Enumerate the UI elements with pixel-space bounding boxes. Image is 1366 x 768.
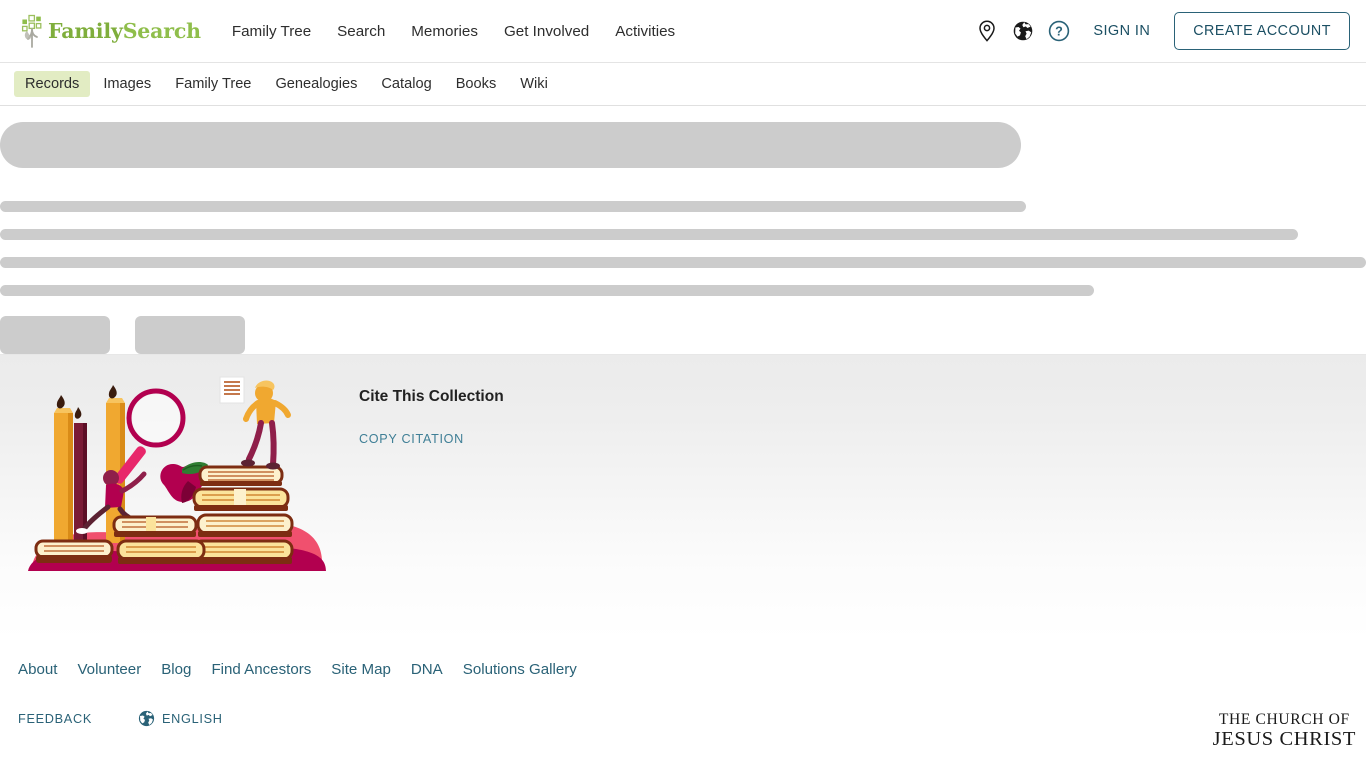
- church-logo: THE CHURCH OF JESUS CHRIST: [1213, 711, 1356, 751]
- tab-family-tree[interactable]: Family Tree: [164, 71, 262, 97]
- globe-icon: [138, 710, 155, 727]
- skeleton-title-placeholder: [0, 122, 1021, 168]
- footer-link-site-map[interactable]: Site Map: [321, 655, 401, 684]
- footer-link-solutions-gallery[interactable]: Solutions Gallery: [453, 655, 587, 684]
- site-footer: About Volunteer Blog Find Ancestors Site…: [0, 639, 1366, 750]
- footer-link-find-ancestors[interactable]: Find Ancestors: [201, 655, 321, 684]
- footer-link-blog[interactable]: Blog: [151, 655, 201, 684]
- nav-item-family-tree[interactable]: Family Tree: [223, 15, 324, 48]
- footer-links: About Volunteer Blog Find Ancestors Site…: [0, 639, 1366, 684]
- footer-link-about[interactable]: About: [8, 655, 67, 684]
- cite-collection-section: Cite This Collection COPY CITATION: [0, 354, 1366, 639]
- nav-item-search[interactable]: Search: [324, 15, 398, 48]
- tab-books[interactable]: Books: [445, 71, 508, 97]
- footer-link-volunteer[interactable]: Volunteer: [67, 655, 151, 684]
- brand-name: FamilySearch: [48, 21, 201, 42]
- primary-nav: Family Tree Search Memories Get Involved…: [223, 15, 688, 48]
- footer-utility-row: FEEDBACK ENGLISH: [0, 684, 1366, 733]
- tab-wiki[interactable]: Wiki: [509, 71, 559, 97]
- create-account-button[interactable]: CREATE ACCOUNT: [1174, 12, 1350, 50]
- skeleton-button-placeholder: [0, 316, 110, 354]
- secondary-nav: Records Images Family Tree Genealogies C…: [0, 63, 1366, 106]
- feedback-link[interactable]: FEEDBACK: [8, 706, 102, 732]
- help-question-icon[interactable]: ?: [1041, 13, 1077, 49]
- collection-loading-skeleton: [0, 106, 1366, 354]
- church-logo-line1: THE CHURCH OF: [1218, 710, 1350, 728]
- footer-link-dna[interactable]: DNA: [401, 655, 453, 684]
- tab-catalog[interactable]: Catalog: [370, 71, 442, 97]
- nav-item-activities[interactable]: Activities: [602, 15, 688, 48]
- skeleton-text-line: [0, 285, 1094, 296]
- header-actions: ? SIGN IN CREATE ACCOUNT: [969, 12, 1350, 50]
- cite-collection-body: Cite This Collection COPY CITATION: [359, 388, 504, 448]
- nav-item-get-involved[interactable]: Get Involved: [491, 15, 602, 48]
- svg-text:?: ?: [1056, 25, 1064, 39]
- language-label: ENGLISH: [162, 711, 223, 726]
- brand-name-part2: Search: [122, 18, 201, 43]
- family-tree-logo-icon: [18, 14, 46, 48]
- language-selector[interactable]: ENGLISH: [128, 704, 233, 733]
- skeleton-text-line: [0, 257, 1366, 268]
- top-header: FamilySearch Family Tree Search Memories…: [0, 0, 1366, 63]
- tab-images[interactable]: Images: [92, 71, 162, 97]
- skeleton-text-line: [0, 201, 1026, 212]
- cite-collection-title: Cite This Collection: [359, 388, 504, 405]
- skeleton-text-line: [0, 229, 1298, 240]
- tab-records[interactable]: Records: [14, 71, 91, 97]
- brand-name-part1: Family: [48, 18, 123, 43]
- globe-icon[interactable]: [1005, 13, 1041, 49]
- copy-citation-button[interactable]: COPY CITATION: [359, 432, 464, 446]
- nav-item-memories[interactable]: Memories: [398, 15, 491, 48]
- skeleton-button-placeholder: [135, 316, 245, 354]
- skeleton-button-row: [0, 316, 1366, 354]
- books-candles-magnifier-illustration: [22, 371, 332, 577]
- familysearch-logo-link[interactable]: FamilySearch: [18, 14, 201, 48]
- tab-genealogies[interactable]: Genealogies: [264, 71, 368, 97]
- sign-in-link[interactable]: SIGN IN: [1077, 15, 1164, 47]
- church-logo-line2: JESUS CHRIST: [1212, 728, 1356, 751]
- location-pin-icon[interactable]: [969, 13, 1005, 49]
